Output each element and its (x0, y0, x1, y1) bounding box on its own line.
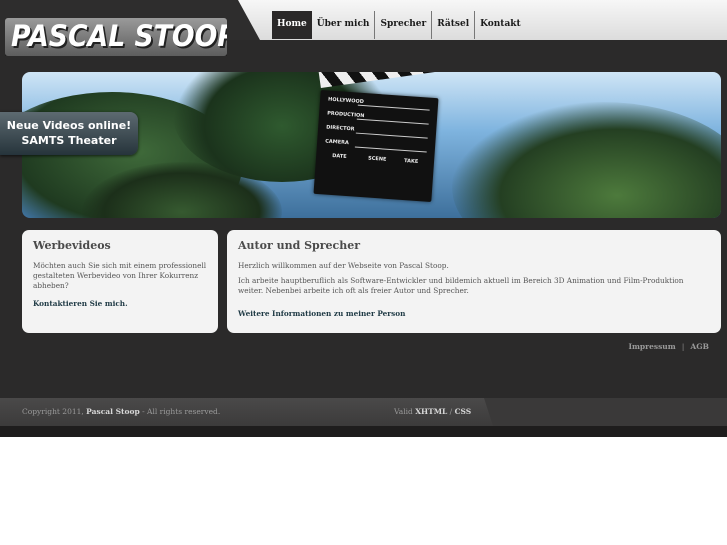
film-clapperboard-icon: HOLLYWOOD PRODUCTION DIRECTOR CAMERA DAT… (313, 72, 439, 202)
clapper-label: CAMERA (324, 138, 350, 147)
footer-links: Impressum | AGB (628, 342, 709, 351)
nav-sprecher[interactable]: Sprecher (375, 11, 433, 39)
copyright-name: Pascal Stoop (86, 407, 140, 416)
clapper-line (357, 104, 430, 111)
clapper-label: DIRECTOR (325, 124, 355, 133)
impressum-link[interactable]: Impressum (628, 342, 675, 351)
logo-text: PASCAL STOOP (11, 19, 237, 53)
main-nav: Home Über mich Sprecher Rätsel Kontakt (272, 11, 526, 39)
promo-line-1: Neue Videos online! (6, 119, 132, 132)
nav-home[interactable]: Home (272, 11, 312, 39)
copyright-suffix: - All rights reserved. (142, 407, 221, 416)
copyright-text: Copyright 2011, Pascal Stoop - All right… (22, 407, 220, 416)
xhtml-link[interactable]: XHTML (415, 407, 447, 416)
clapper-label: SCENE (367, 155, 387, 163)
site-logo[interactable]: PASCAL STOOP (5, 18, 227, 56)
validation-links: Valid XHTML / CSS (394, 407, 471, 416)
css-link[interactable]: CSS (455, 407, 472, 416)
link-divider: | (681, 342, 685, 351)
copyright-prefix: Copyright 2011, (22, 407, 84, 416)
clapper-label: DATE (331, 152, 347, 160)
palm-frond-right (452, 102, 721, 218)
promo-line-2: SAMTS Theater (21, 134, 117, 147)
contact-link[interactable]: Kontaktieren Sie mich. (33, 299, 128, 308)
page: PASCAL STOOP Home Über mich Sprecher Rät… (0, 0, 727, 437)
clapper-line (354, 146, 427, 153)
clapper-line (355, 132, 428, 139)
more-info-link[interactable]: Weitere Informationen zu meiner Person (238, 309, 405, 318)
welcome-text: Herzlich willkommen auf der Webseite von… (238, 261, 449, 270)
werbevideos-title: Werbevideos (33, 239, 111, 252)
werbevideos-box: Werbevideos Möchten auch Sie sich mit ei… (22, 230, 218, 333)
nav-raetsel[interactable]: Rätsel (432, 11, 476, 39)
promo-badge[interactable]: Neue Videos online! SAMTS Theater (0, 112, 138, 155)
werbevideos-text: Möchten auch Sie sich mit einem professi… (33, 261, 207, 290)
nav-ueber-mich[interactable]: Über mich (312, 11, 376, 39)
autor-sprecher-title: Autor und Sprecher (238, 239, 361, 252)
valid-separator: / (449, 407, 453, 416)
clapper-label: TAKE (403, 157, 419, 165)
clapper-line (356, 118, 429, 125)
page-bottom-strip (0, 426, 727, 437)
agb-link[interactable]: AGB (690, 342, 709, 351)
autor-sprecher-box: Autor und Sprecher Herzlich willkommen a… (227, 230, 721, 333)
about-text: Ich arbeite hauptberuflich als Software-… (238, 276, 684, 295)
nav-kontakt[interactable]: Kontakt (475, 11, 526, 39)
valid-label: Valid (394, 407, 413, 416)
